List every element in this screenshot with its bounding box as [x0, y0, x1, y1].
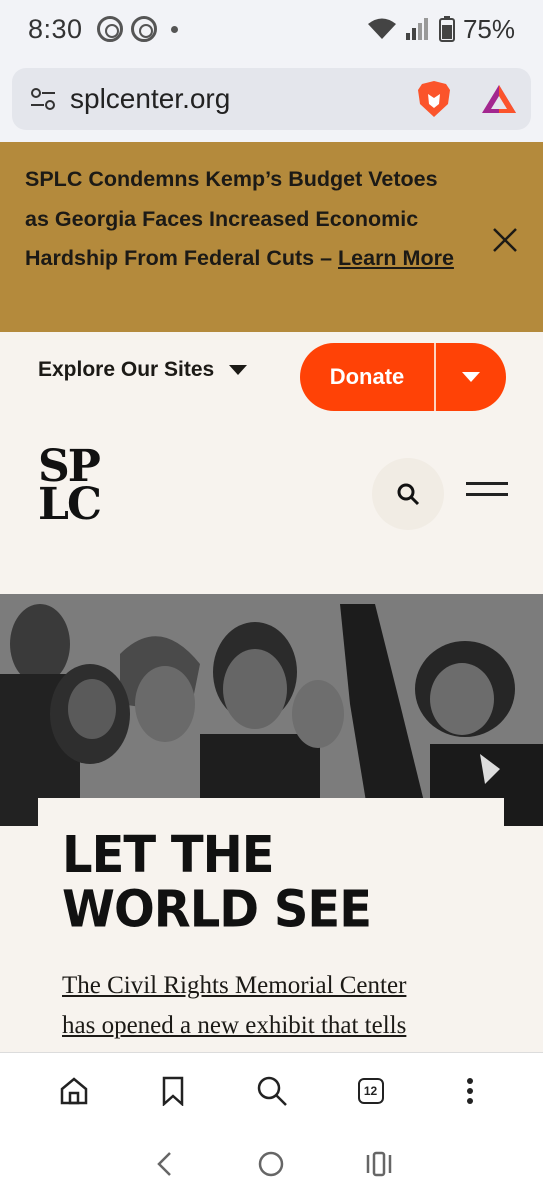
browser-header: splcenter.org — [0, 58, 543, 142]
brave-shield-icon[interactable] — [417, 80, 451, 118]
more-notifications-dot-icon — [170, 25, 178, 33]
wifi-icon — [367, 18, 396, 39]
status-right: 75% — [367, 14, 515, 45]
chevron-down-icon — [462, 372, 480, 382]
donate-options-toggle[interactable] — [436, 343, 506, 411]
site-settings-icon[interactable] — [30, 87, 56, 111]
tabs-button[interactable]: 12 — [347, 1067, 395, 1115]
brave-rewards-icon[interactable] — [481, 83, 517, 115]
logo-line-2: LC — [38, 479, 102, 530]
banner-message: SPLC Condemns Kemp’s Budget Vetoes as Ge… — [25, 160, 463, 279]
donate-button[interactable]: Donate — [300, 343, 436, 411]
url-actions — [417, 80, 517, 118]
hamburger-menu-button[interactable] — [466, 482, 508, 506]
close-banner-button[interactable] — [487, 222, 523, 258]
hero-image — [0, 594, 543, 826]
more-menu-button[interactable] — [446, 1067, 494, 1115]
home-circle-icon — [259, 1151, 284, 1177]
notification-icon — [96, 16, 123, 42]
hero-title-line-2: WORLD SEE — [62, 880, 372, 940]
hero-title-line-1: LET THE — [62, 825, 275, 885]
more-icon — [466, 1077, 473, 1104]
battery-percent: 75% — [462, 13, 515, 44]
donate-button-group: Donate — [300, 343, 506, 411]
back-icon — [157, 1152, 171, 1176]
hero-description: The Civil Rights Memorial Center has ope… — [62, 966, 492, 1046]
url-text[interactable]: splcenter.org — [70, 83, 230, 115]
hero-description-link-line-2[interactable]: has opened a new exhibit that tells — [62, 1012, 406, 1039]
system-back-button[interactable] — [140, 1140, 188, 1188]
signal-icon — [405, 18, 428, 40]
tabs-icon: 12 — [357, 1077, 384, 1104]
search-icon — [397, 483, 420, 506]
announcement-banner: SPLC Condemns Kemp’s Budget Vetoes as Ge… — [0, 142, 543, 332]
hero-description-link-line-1[interactable]: The Civil Rights Memorial Center — [62, 972, 406, 999]
search-icon — [257, 1076, 287, 1106]
status-time: 8:30 — [28, 13, 83, 44]
chevron-down-icon — [229, 365, 248, 375]
battery-icon — [438, 16, 455, 42]
splc-logo[interactable]: SP LC — [38, 445, 118, 532]
home-button[interactable] — [50, 1067, 98, 1115]
bookmark-button[interactable] — [149, 1067, 197, 1115]
system-recents-button[interactable] — [355, 1140, 403, 1188]
hero-title[interactable]: LET THE WORLD SEE — [62, 825, 372, 940]
system-home-button[interactable] — [247, 1140, 295, 1188]
learn-more-link[interactable]: Learn More — [338, 246, 454, 270]
browser-toolbar: 12 — [0, 1052, 543, 1128]
system-navigation — [0, 1128, 543, 1200]
notification-icons — [96, 16, 157, 42]
status-bar: 8:30 75% — [0, 0, 543, 58]
address-bar[interactable]: splcenter.org — [12, 68, 531, 130]
utility-nav: Explore Our Sites Donate — [0, 332, 543, 422]
bookmark-icon — [162, 1076, 183, 1106]
site-search-button[interactable] — [372, 458, 444, 530]
recents-icon — [366, 1151, 392, 1177]
notification-icon — [130, 16, 157, 42]
home-icon — [60, 1076, 87, 1104]
search-button[interactable] — [248, 1067, 296, 1115]
explore-sites-label: Explore Our Sites — [38, 358, 215, 381]
menu-line — [466, 482, 508, 485]
close-icon — [493, 228, 517, 252]
hero-photo-illustration — [0, 594, 543, 826]
explore-sites-dropdown[interactable]: Explore Our Sites — [38, 358, 248, 382]
menu-line — [466, 493, 508, 496]
